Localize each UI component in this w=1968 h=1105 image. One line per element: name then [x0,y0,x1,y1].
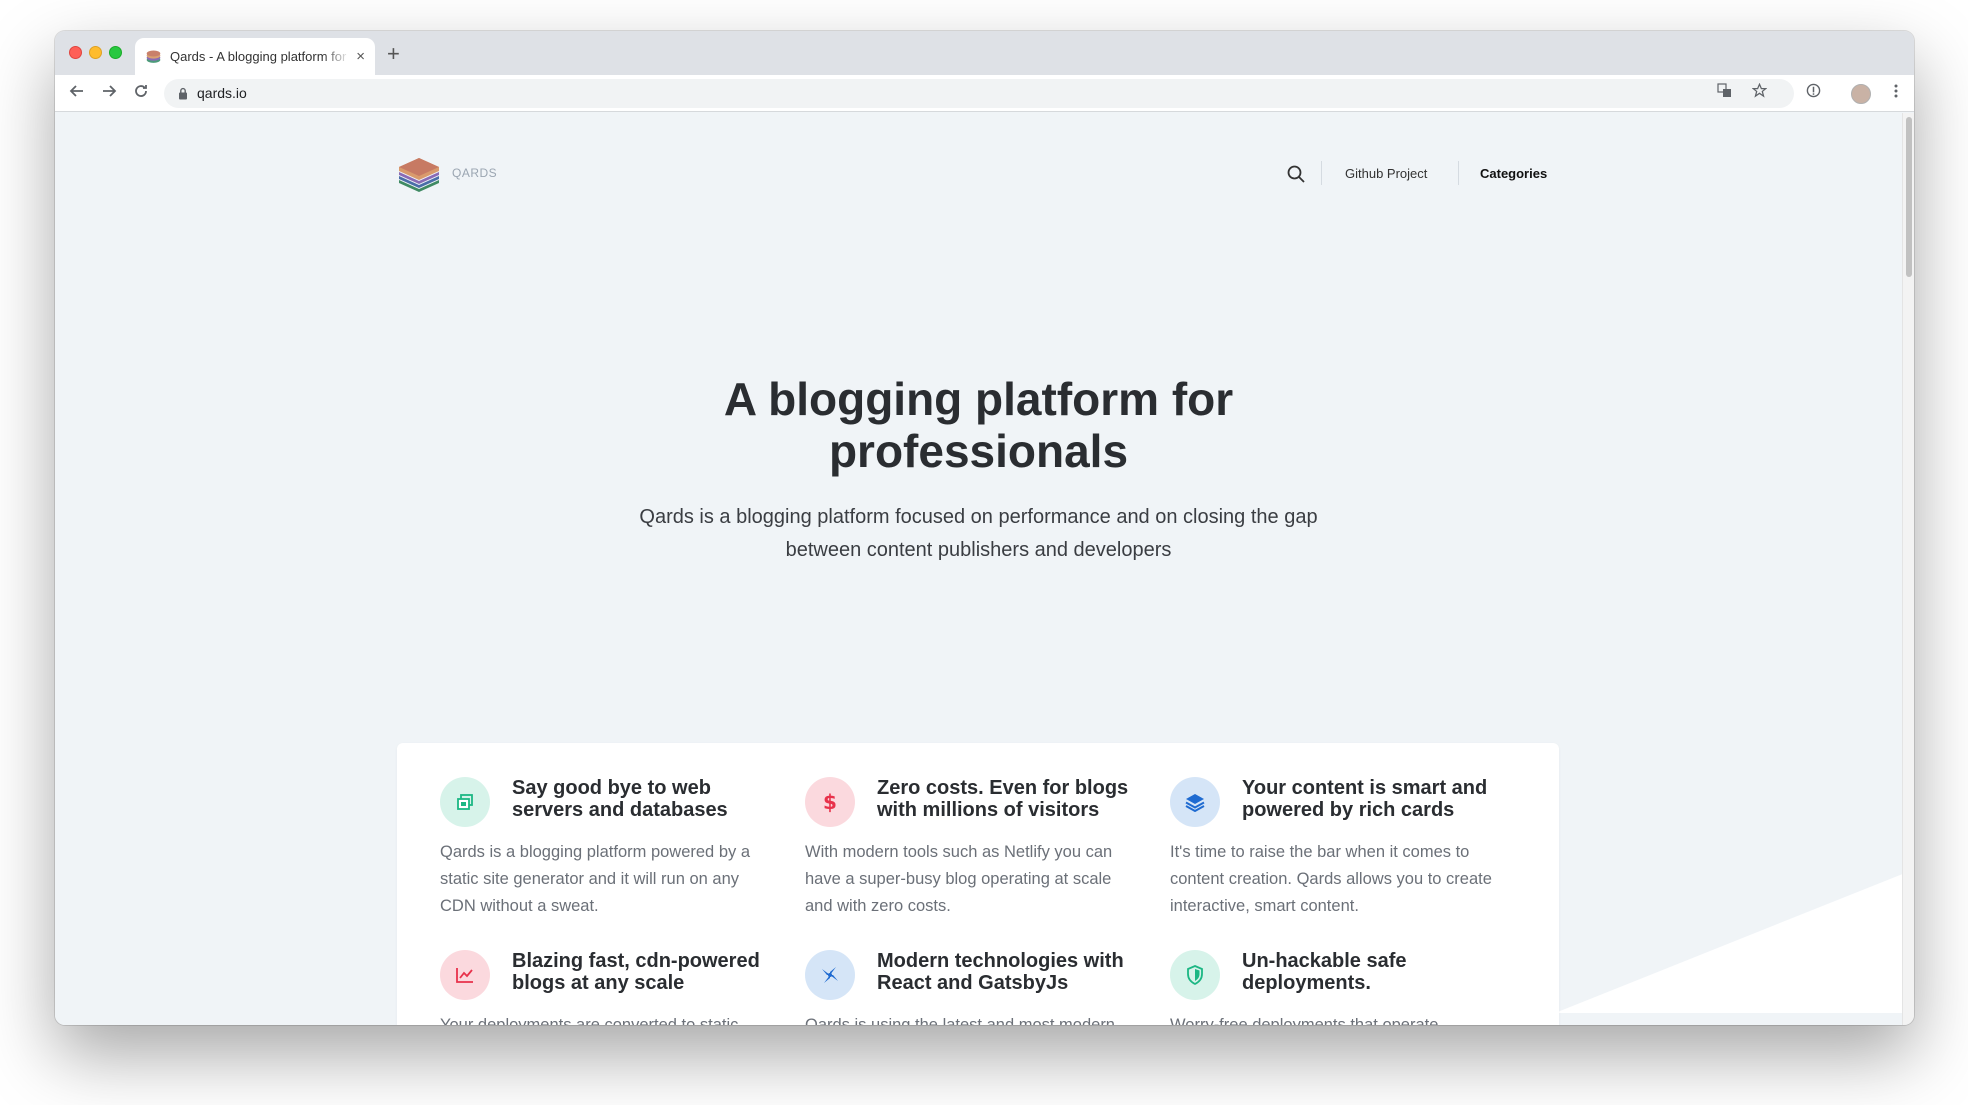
nav-categories[interactable]: Categories [1480,166,1547,181]
feature-title-line: Your content is smart and [1242,777,1488,799]
forward-arrow-icon [103,85,117,97]
feature-title: Zero costs. Even for blogs with millions… [877,777,1137,821]
react-icon [805,950,855,1000]
address-bar[interactable]: qards.io [164,79,1794,108]
feature-title-line: servers and databases [512,799,728,821]
menu-kebab-icon[interactable] [1885,82,1907,104]
feature-text: Qards is using the latest and most moder… [805,1016,1115,1025]
line-chart-icon [440,950,490,1000]
browser-toolbar: qards.io [55,75,1914,112]
hero-subtitle: Qards is a blogging platform focused on … [615,501,1342,567]
tab-strip: Qards - A blogging platform for professi… [55,31,1914,75]
feature-title-line: powered by rich cards [1242,799,1455,821]
feature-title-line: deployments. [1242,972,1371,994]
feature-title-line: with millions of visitors [877,799,1100,821]
background-shape [1555,853,1902,1013]
feature-text: It's time to raise the bar when it comes… [1170,843,1492,915]
features-card: Say good bye to web servers and database… [397,743,1559,1025]
browser-window: Qards - A blogging platform for professi… [55,31,1914,1025]
hero-title-line: A blogging platform for [723,373,1234,425]
new-tab-button[interactable]: + [387,41,400,67]
feature-text: Qards is a blogging platform powered by … [440,843,751,915]
feature-title-line: blogs at any scale [512,972,685,994]
feature-title: Modern technologies with React and Gatsb… [877,950,1137,994]
browser-tab[interactable]: Qards - A blogging platform for professi… [135,38,375,75]
layers-icon [1170,777,1220,827]
profile-avatar[interactable] [1851,84,1871,104]
forward-button[interactable] [97,81,121,105]
feature-title: Un-hackable safe deployments. [1242,950,1502,994]
url-text: qards.io [197,85,247,101]
window-stack-icon [440,777,490,827]
hero-subtitle-line: Qards is a blogging platform focused on … [639,506,1318,528]
favicon-icon [146,50,161,63]
feature-title-line: React and GatsbyJs [877,972,1069,994]
hero-title: A blogging platform for professionals [55,373,1902,477]
bookmark-star-icon[interactable] [1749,82,1769,103]
feature-title-line: Zero costs. Even for blogs [877,777,1129,799]
search-icon[interactable] [1286,164,1306,184]
translate-icon[interactable] [1714,83,1734,103]
tab-close-icon[interactable]: × [356,48,365,65]
tab-title: Qards - A blogging platform for professi… [170,49,350,64]
hero-subtitle-line: between content publishers and developer… [785,539,1172,561]
info-icon[interactable] [1802,82,1824,104]
back-button[interactable] [65,81,89,105]
feature-title-line: Say good bye to web [512,777,711,799]
feature-title-line: Modern technologies with [877,950,1124,972]
page-viewport: QARDS Github Project Categories A bloggi… [55,113,1902,1025]
nav-divider [1458,161,1459,185]
back-arrow-icon [69,85,83,97]
feature-title: Blazing fast, cdn-powered blogs at any s… [512,950,772,994]
reload-button[interactable] [129,81,153,105]
dollar-icon: $ [805,777,855,827]
svg-text:$: $ [823,791,837,813]
feature-title-line: Un-hackable safe [1242,950,1407,972]
feature-title: Your content is smart and powered by ric… [1242,777,1502,821]
vertical-scrollbar[interactable] [1902,113,1914,1025]
reload-icon [135,85,147,97]
scrollbar-thumb[interactable] [1906,117,1912,277]
nav-divider [1321,161,1322,185]
qards-logo[interactable] [395,153,443,195]
shield-icon [1170,950,1220,1000]
brand-name[interactable]: QARDS [452,166,497,180]
lock-icon [179,87,187,100]
hero-title-line: professionals [828,425,1129,477]
feature-text: With modern tools such as Netlify you ca… [805,843,1113,915]
feature-title: Say good bye to web servers and database… [512,777,772,821]
nav-github-project[interactable]: Github Project [1345,166,1427,181]
minimize-window-button[interactable] [89,46,102,59]
maximize-window-button[interactable] [109,46,122,59]
feature-title-line: Blazing fast, cdn-powered [512,950,760,972]
feature-text: Your deployments are converted to static [440,1016,739,1025]
feature-text: Worry-free deployments that operate [1170,1016,1439,1025]
close-window-button[interactable] [69,46,82,59]
